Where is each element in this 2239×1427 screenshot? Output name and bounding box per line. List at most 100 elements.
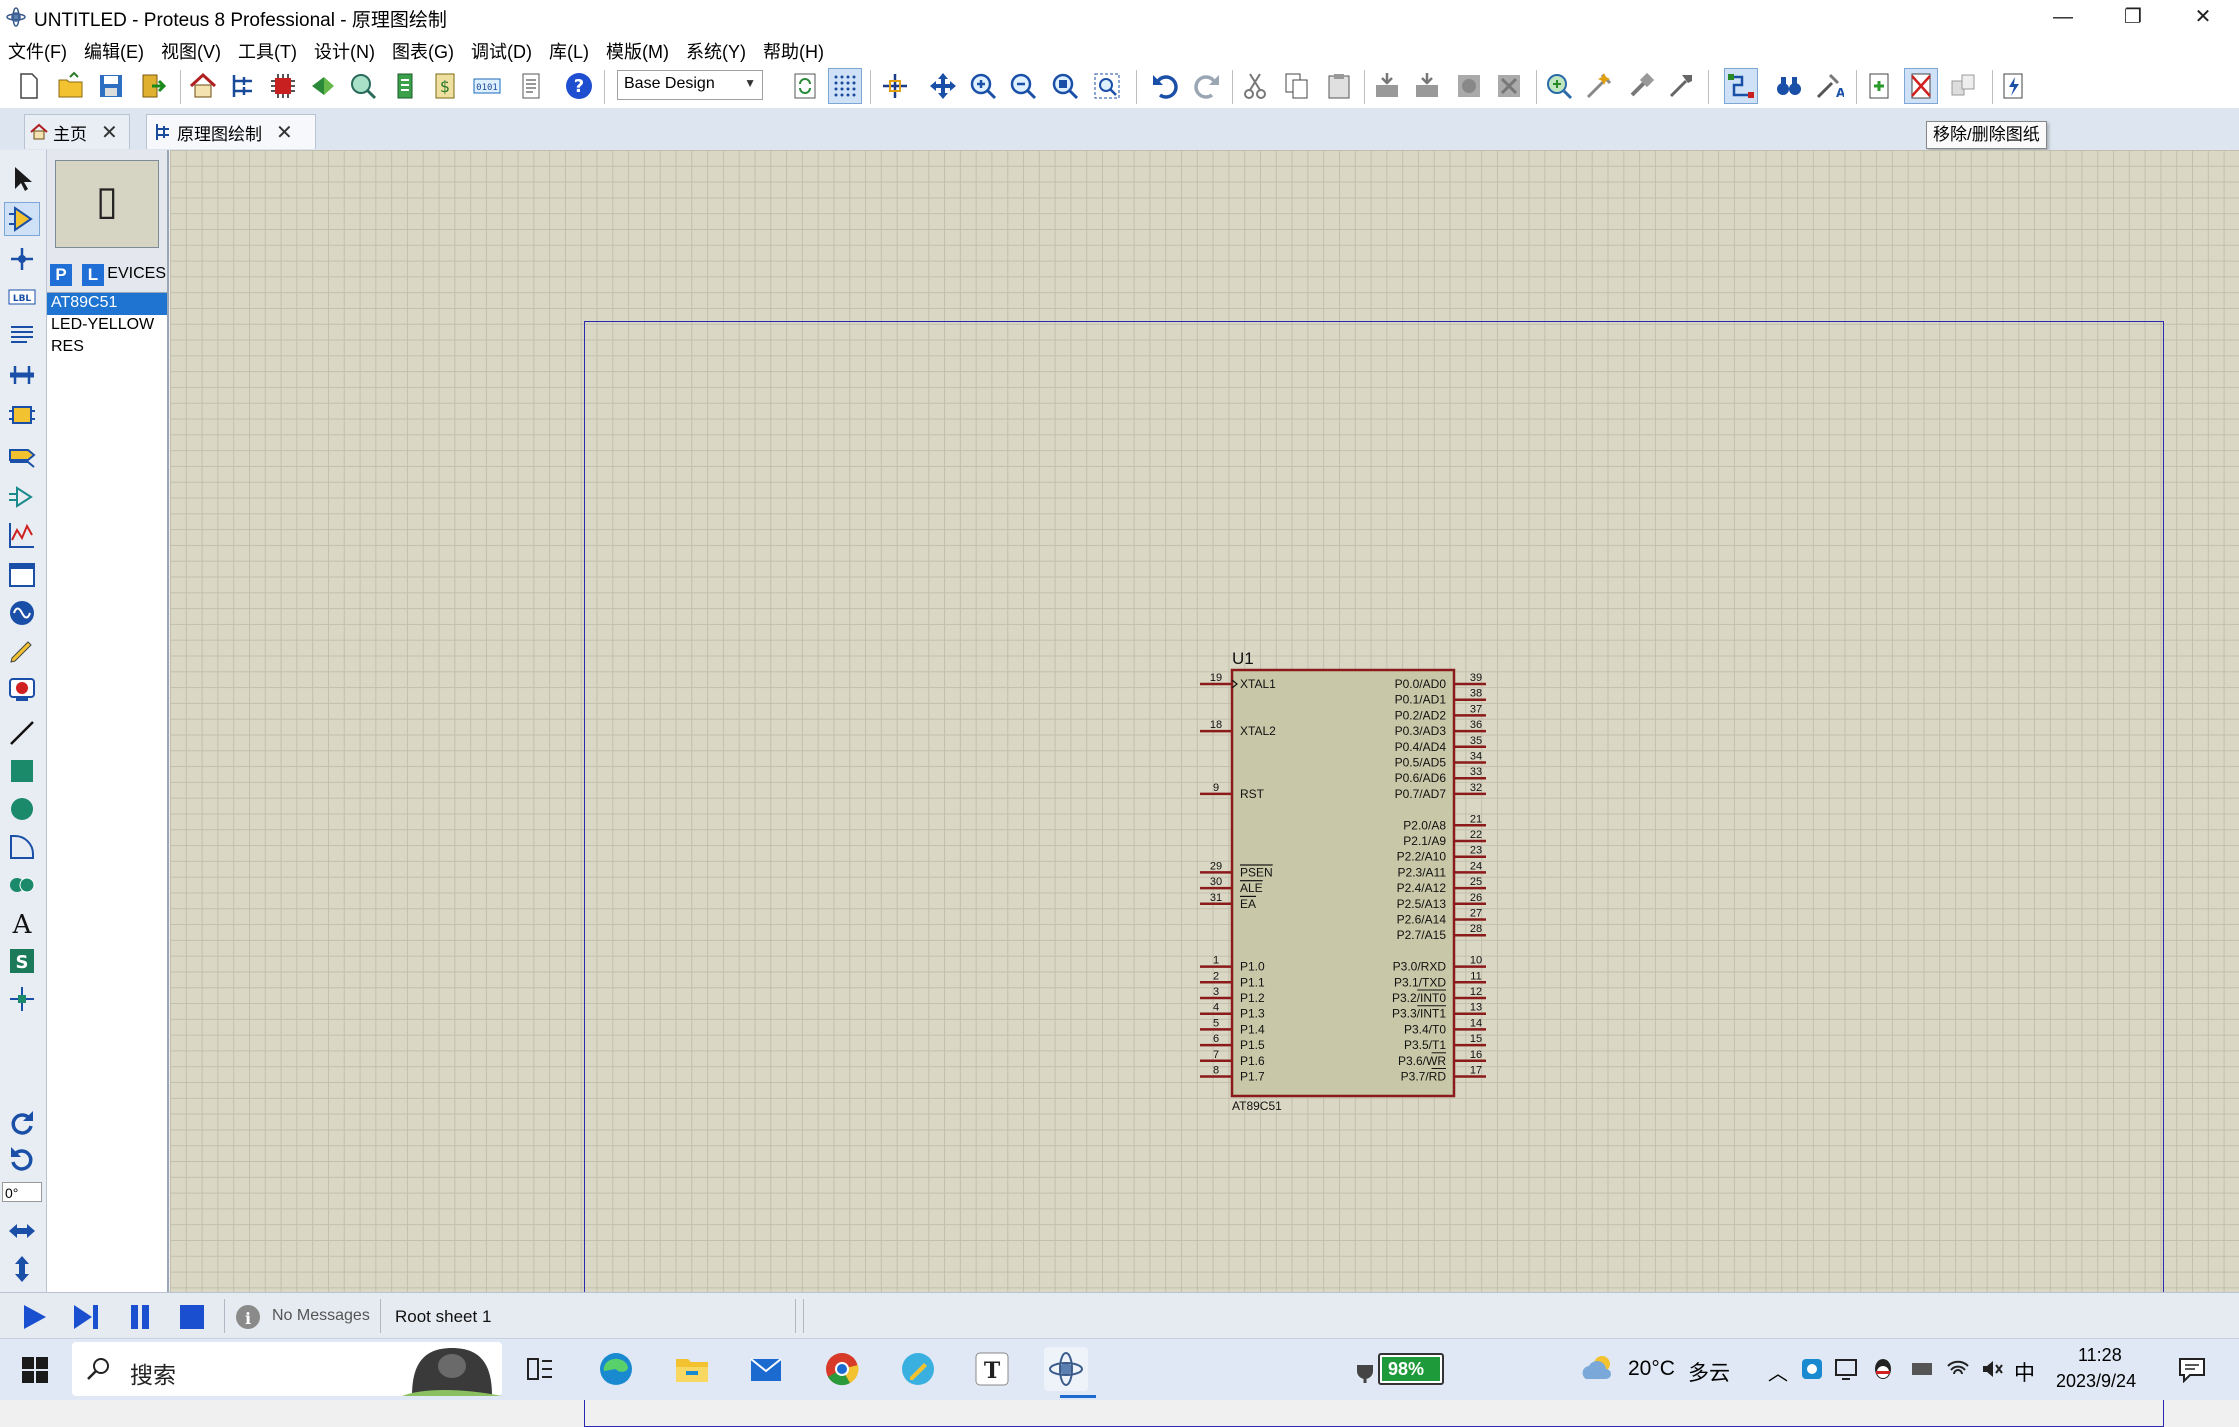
list-item[interactable]: LED-YELLOW xyxy=(47,315,167,337)
notification-icon[interactable] xyxy=(2178,1357,2206,1383)
remove-sheet-icon[interactable] xyxy=(1904,68,1938,104)
chevron-up-icon[interactable]: ︿ xyxy=(1768,1357,1788,1386)
stop-icon[interactable] xyxy=(176,1301,208,1333)
packaging-tool-icon[interactable] xyxy=(1624,68,1658,104)
menu-template[interactable]: 模版(M) xyxy=(598,34,678,64)
tray-device-icon[interactable] xyxy=(1910,1359,1934,1379)
rotate-clockwise-icon[interactable] xyxy=(4,1106,40,1140)
qq-icon[interactable] xyxy=(1872,1357,1894,1381)
zoom-all-icon[interactable] xyxy=(1048,68,1082,104)
step-icon[interactable] xyxy=(70,1301,102,1333)
list-item[interactable]: AT89C51 xyxy=(47,293,167,315)
pcb-icon[interactable] xyxy=(266,68,300,104)
tab-schematic-close-icon[interactable]: ✕ xyxy=(276,120,293,145)
zoom-area-icon[interactable] xyxy=(1090,68,1124,104)
wire-autorouter-icon[interactable] xyxy=(1724,68,1758,104)
rotate-anticlockwise-icon[interactable] xyxy=(4,1142,40,1176)
tab-home[interactable]: 主页 ✕ xyxy=(24,114,130,149)
messages-status[interactable]: No Messages xyxy=(272,1307,370,1325)
volume-icon[interactable] xyxy=(1980,1357,2004,1381)
task-view-icon[interactable] xyxy=(518,1347,562,1391)
tray-app-icon[interactable] xyxy=(1800,1357,1824,1381)
mail-icon[interactable] xyxy=(744,1347,788,1391)
minimize-button[interactable]: — xyxy=(2028,0,2098,34)
3d-viewer-icon[interactable] xyxy=(306,68,340,104)
schematic-canvas[interactable]: U1 AT89C51 19 XTAL1 18 XTAL2 9 RST 29 PSEN 30 ALE 31… xyxy=(170,150,2239,1427)
import-icon[interactable] xyxy=(136,68,170,104)
refresh-icon[interactable] xyxy=(788,68,822,104)
menu-debug[interactable]: 调试(D) xyxy=(463,34,541,64)
menu-graph[interactable]: 图表(G) xyxy=(384,34,463,64)
path-tool-icon[interactable] xyxy=(4,868,40,902)
subcircuit-icon[interactable] xyxy=(4,398,40,432)
typora-icon[interactable]: T xyxy=(970,1347,1014,1391)
rotation-angle-field[interactable]: 0° xyxy=(2,1182,42,1202)
probe-mode-icon[interactable] xyxy=(4,634,40,668)
line-tool-icon[interactable] xyxy=(4,716,40,750)
clock-time[interactable]: 11:28 xyxy=(2078,1345,2122,1366)
at89c51-component[interactable]: U1AT89C5119 XTAL118 XTAL29 RST29 PSEN30 ALE31… xyxy=(1015,490,1515,1130)
block-delete-icon[interactable] xyxy=(1492,68,1526,104)
weather-description[interactable]: 多云 xyxy=(1688,1357,1730,1387)
block-copy-icon[interactable] xyxy=(1370,68,1404,104)
property-assignment-icon[interactable]: A xyxy=(1812,68,1846,104)
redo-icon[interactable] xyxy=(1190,68,1224,104)
wire-label-icon[interactable]: LBL xyxy=(4,280,40,314)
terminals-icon[interactable] xyxy=(4,440,40,474)
cut-icon[interactable] xyxy=(1238,68,1272,104)
schematic-icon[interactable] xyxy=(226,68,260,104)
menu-tools[interactable]: 工具(T) xyxy=(230,34,306,64)
menu-system[interactable]: 系统(Y) xyxy=(678,34,755,64)
search-tag-icon[interactable] xyxy=(1772,68,1806,104)
component-mode-icon[interactable] xyxy=(4,202,40,236)
proteus-taskbar-icon[interactable] xyxy=(1044,1347,1088,1391)
mirror-vertical-icon[interactable] xyxy=(4,1252,40,1286)
bom-icon[interactable] xyxy=(388,68,422,104)
zoom-out-icon[interactable] xyxy=(1006,68,1040,104)
chrome-icon[interactable] xyxy=(820,1347,864,1391)
tray-monitor-icon[interactable] xyxy=(1834,1357,1858,1381)
tab-schematic[interactable]: 原理图绘制 ✕ xyxy=(146,114,316,149)
edge-browser-icon[interactable] xyxy=(594,1347,638,1391)
circle-tool-icon[interactable] xyxy=(4,792,40,826)
arc-tool-icon[interactable] xyxy=(4,830,40,864)
weather-cloud-icon[interactable] xyxy=(1580,1353,1616,1383)
mirror-horizontal-icon[interactable] xyxy=(4,1214,40,1248)
symbol-tool-icon[interactable]: S xyxy=(4,944,40,978)
menu-file[interactable]: 文件(F) xyxy=(0,34,76,64)
generator-mode-icon[interactable] xyxy=(4,596,40,630)
pan-icon[interactable] xyxy=(926,68,960,104)
text-tool-icon[interactable]: A xyxy=(4,906,40,940)
overview-preview[interactable]: ▯ xyxy=(55,160,159,248)
restore-button[interactable]: ❐ xyxy=(2098,0,2168,34)
text-script-icon[interactable] xyxy=(4,318,40,352)
new-sheet-icon[interactable] xyxy=(1862,68,1896,104)
new-file-icon[interactable] xyxy=(12,68,46,104)
notes-icon[interactable] xyxy=(514,68,548,104)
ime-indicator[interactable]: 中 xyxy=(2014,1357,2035,1387)
menu-library[interactable]: 库(L) xyxy=(541,34,598,64)
copy-icon[interactable] xyxy=(1280,68,1314,104)
selection-mode-icon[interactable] xyxy=(4,162,40,196)
make-device-icon[interactable] xyxy=(1582,68,1616,104)
windows-start-icon[interactable] xyxy=(22,1357,48,1383)
file-explorer-icon[interactable] xyxy=(670,1347,714,1391)
play-icon[interactable] xyxy=(18,1301,50,1333)
clock-date[interactable]: 2023/9/24 xyxy=(2056,1371,2136,1392)
buses-icon[interactable] xyxy=(4,358,40,392)
menu-help[interactable]: 帮助(H) xyxy=(755,34,833,64)
pause-icon[interactable] xyxy=(124,1301,156,1333)
note-app-icon[interactable] xyxy=(896,1347,940,1391)
graph-mode-icon[interactable] xyxy=(4,518,40,552)
help-icon[interactable]: ? xyxy=(562,68,596,104)
gerber-viewer-icon[interactable] xyxy=(346,68,380,104)
electrical-rule-check-icon[interactable] xyxy=(1996,68,2030,104)
exit-to-parent-icon[interactable] xyxy=(1946,68,1980,104)
pick-parts-icon[interactable] xyxy=(1542,68,1576,104)
taskbar-search-box[interactable]: 搜索 xyxy=(72,1342,502,1396)
menu-design[interactable]: 设计(N) xyxy=(306,34,384,64)
weather-temperature[interactable]: 20°C xyxy=(1628,1357,1675,1381)
paste-icon[interactable] xyxy=(1322,68,1356,104)
active-popup-icon[interactable] xyxy=(4,558,40,592)
junction-dot-icon[interactable] xyxy=(4,242,40,276)
